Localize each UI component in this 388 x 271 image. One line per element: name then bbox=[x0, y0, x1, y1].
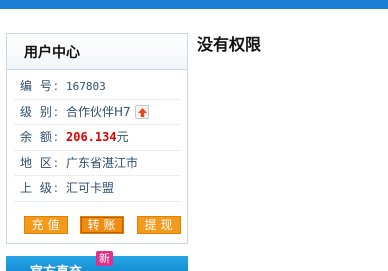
region-value: 广东省湛江市 bbox=[66, 155, 139, 170]
official-recharge-title[interactable]: 官方直充 bbox=[30, 261, 82, 271]
row-label: 编 号: bbox=[20, 79, 60, 93]
balance-value: 206.134 bbox=[66, 130, 117, 144]
official-recharge-panel[interactable]: 官方直充 新 bbox=[6, 251, 188, 271]
info-row-level: 级 别: 合作伙伴H7 bbox=[15, 100, 179, 125]
withdraw-button[interactable]: 提现 bbox=[137, 216, 181, 234]
row-label: 级 别: bbox=[20, 104, 60, 119]
user-center-panel: 用户中心 编 号: 167803 级 别: 合作伙伴H7 余 额: 206.134元 … bbox=[6, 33, 188, 244]
recharge-button[interactable]: 充值 bbox=[24, 216, 68, 234]
transfer-button[interactable]: 转账 bbox=[80, 216, 124, 234]
user-level-value: 合作伙伴H7 bbox=[66, 104, 131, 119]
row-label: 上 级: bbox=[20, 181, 60, 195]
info-row-superior: 上 级: 汇可卡盟 bbox=[15, 176, 179, 202]
info-row-id: 编 号: 167803 bbox=[15, 74, 179, 100]
panel-header: 用户中心 bbox=[7, 34, 187, 70]
row-label: 地 区: bbox=[20, 155, 60, 170]
upgrade-arrow-icon[interactable] bbox=[134, 104, 149, 119]
row-label: 余 额: bbox=[20, 130, 60, 144]
panel-title: 用户中心 bbox=[24, 45, 80, 61]
user-info-list: 编 号: 167803 级 别: 合作伙伴H7 余 额: 206.134元 地 区: 广… bbox=[7, 70, 187, 202]
top-bar bbox=[0, 0, 388, 9]
new-badge: 新 bbox=[96, 251, 113, 266]
balance-unit: 元 bbox=[116, 130, 129, 144]
user-id-value: 167803 bbox=[66, 80, 106, 93]
no-permission-message: 没有权限 bbox=[197, 35, 262, 54]
info-row-region: 地 区: 广东省湛江市 bbox=[15, 151, 179, 176]
superior-value: 汇可卡盟 bbox=[66, 181, 115, 195]
info-row-balance: 余 额: 206.134元 bbox=[15, 125, 179, 151]
